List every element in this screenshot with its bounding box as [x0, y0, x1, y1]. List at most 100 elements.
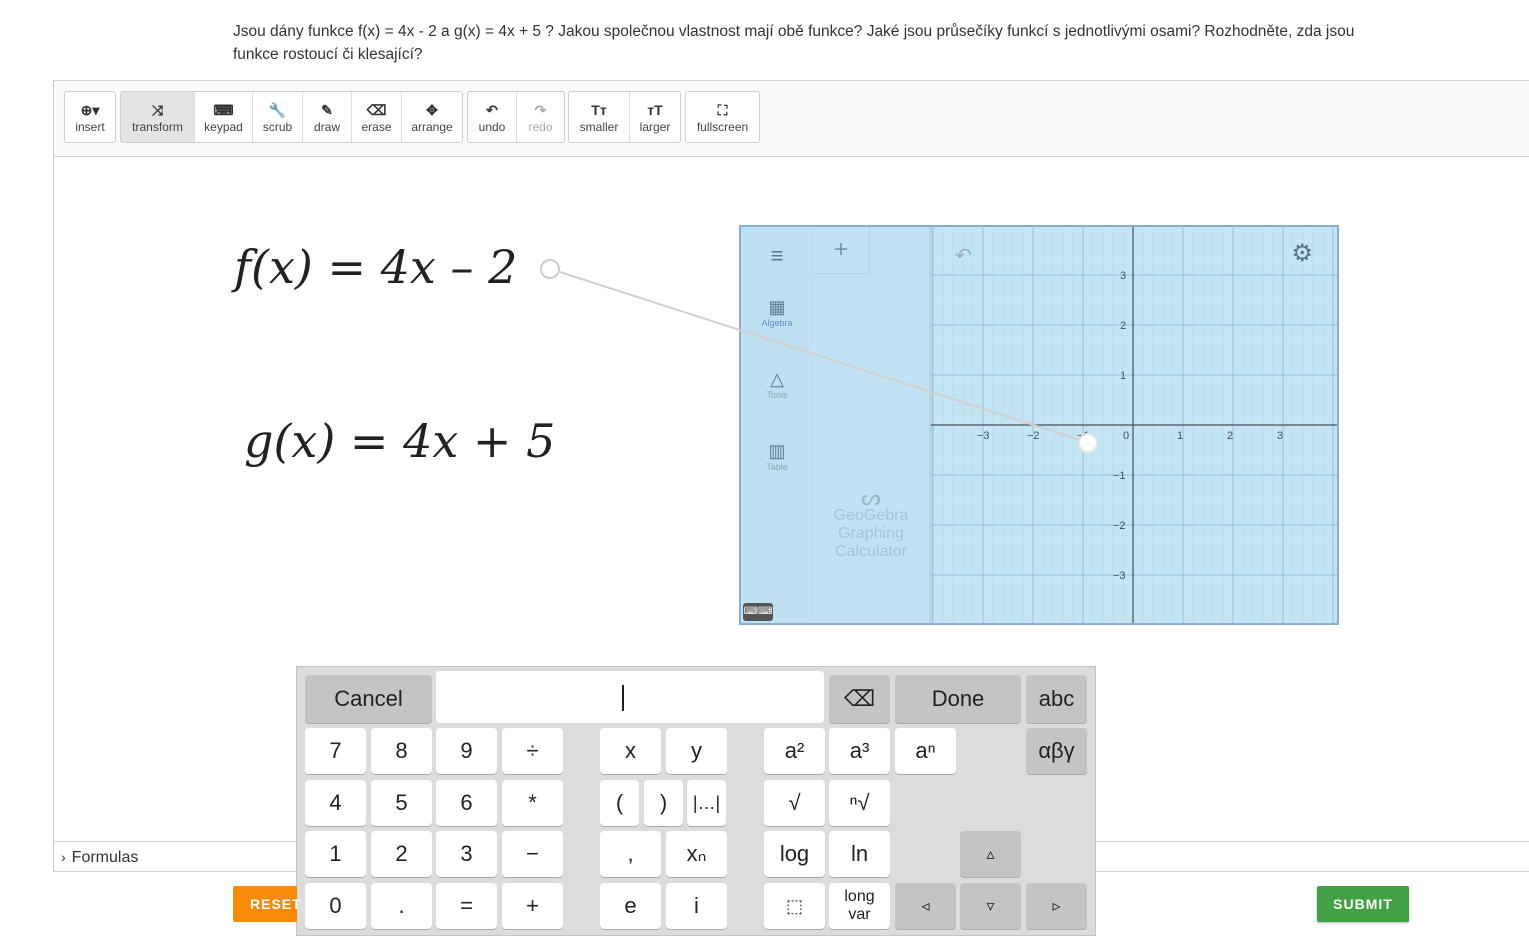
key-0[interactable]: 0: [305, 883, 366, 929]
tools-tab[interactable]: △ Tools: [741, 369, 813, 400]
y-tick-label: −1: [1113, 470, 1126, 482]
key-cube[interactable]: a³: [829, 728, 890, 774]
tools-group: ⤨ transform ⌨ keypad 🔧 scrub ✎ draw ⌫ er…: [120, 91, 463, 143]
formulas-toggle[interactable]: › Formulas: [53, 841, 296, 871]
draw-button[interactable]: ✎ draw: [303, 92, 352, 142]
key-square[interactable]: a²: [764, 728, 825, 774]
key-equals[interactable]: =: [436, 883, 497, 929]
key-divide[interactable]: ÷: [502, 728, 563, 774]
graph-undo-icon[interactable]: ↶: [955, 243, 972, 268]
insert-group: ⊕▾ insert: [64, 91, 116, 143]
submit-button[interactable]: SUBMIT: [1317, 886, 1409, 922]
key-plus[interactable]: +: [502, 883, 563, 929]
y-tick-label: −2: [1113, 520, 1126, 532]
key-long-variable[interactable]: long var: [829, 883, 890, 929]
insert-button[interactable]: ⊕▾ insert: [65, 92, 115, 142]
key-right-paren[interactable]: ): [644, 780, 683, 826]
undo-icon: ↶: [486, 102, 498, 118]
formula-g[interactable]: g(x) = 4x + 5: [244, 414, 555, 468]
key-y[interactable]: y: [666, 728, 727, 774]
key-power[interactable]: aⁿ: [895, 728, 956, 774]
undo-button[interactable]: ↶ undo: [468, 92, 517, 142]
key-sqrt[interactable]: √: [764, 780, 825, 826]
cancel-button[interactable]: Cancel: [305, 675, 432, 723]
scrub-button[interactable]: 🔧 scrub: [253, 92, 303, 142]
key-x[interactable]: x: [600, 728, 661, 774]
keypad-button[interactable]: ⌨ keypad: [195, 92, 253, 142]
key-3[interactable]: 3: [436, 831, 497, 877]
hamburger-icon: ≡: [770, 243, 784, 268]
keyboard-toggle-icon[interactable]: ⌨⌨: [743, 603, 773, 621]
keyboard-icon: ⌨: [213, 102, 234, 118]
formula-f[interactable]: f(x) = 4x – 2: [234, 240, 517, 294]
key-ln[interactable]: ln: [829, 831, 890, 877]
done-button[interactable]: Done: [895, 675, 1021, 723]
erase-button[interactable]: ⌫ erase: [352, 92, 402, 142]
algebra-tab[interactable]: ▦ Algebra: [741, 297, 813, 328]
key-multiply[interactable]: *: [502, 780, 563, 826]
fullscreen-icon: ⛶: [717, 102, 728, 118]
text-larger-icon: тT: [647, 102, 663, 118]
formula-f-handle[interactable]: [540, 259, 560, 279]
x-tick-label: 0: [1123, 430, 1129, 442]
move-icon: ✥: [426, 102, 438, 118]
key-comma[interactable]: ,: [600, 831, 661, 877]
coordinate-grid: −3−2−10123321−1−2−3: [931, 227, 1337, 623]
size-group: Tт smaller тT larger: [568, 91, 681, 143]
wrench-icon: 🔧: [268, 102, 287, 118]
key-left-paren[interactable]: (: [600, 780, 639, 826]
smaller-button[interactable]: Tт smaller: [569, 92, 630, 142]
table-icon: ▥: [768, 441, 786, 461]
toolbar: ⊕▾ insert ⤨ transform ⌨ keypad 🔧 scrub ✎…: [54, 81, 1529, 157]
geogebra-brand: ᔕ GeoGebra Graphing Calculator: [813, 487, 929, 561]
arrow-down-button[interactable]: ▿: [960, 883, 1021, 929]
keypad-input-field[interactable]: [436, 671, 824, 723]
arrow-up-icon: ▵: [986, 846, 995, 863]
key-subscript[interactable]: xₙ: [666, 831, 727, 877]
geogebra-embed[interactable]: ≡ ▦ Algebra △ Tools ▥ Table ⌨⌨ + ᔕ GeoGe…: [739, 225, 1339, 625]
table-tab[interactable]: ▥ Table: [741, 441, 813, 472]
pencil-icon: ✎: [321, 102, 333, 118]
key-nth-root[interactable]: ⁿ√: [829, 780, 890, 826]
key-log[interactable]: log: [764, 831, 825, 877]
key-dot[interactable]: .: [371, 883, 432, 929]
key-8[interactable]: 8: [371, 728, 432, 774]
fullscreen-group: ⛶ fullscreen: [685, 91, 760, 143]
settings-gear-icon[interactable]: ⚙: [1291, 239, 1313, 268]
shapes-icon: △: [770, 369, 784, 389]
menu-button[interactable]: ≡: [741, 243, 813, 269]
connector-end-handle[interactable]: [1078, 433, 1098, 453]
key-4[interactable]: 4: [305, 780, 366, 826]
larger-button[interactable]: тT larger: [630, 92, 680, 142]
key-minus[interactable]: −: [502, 831, 563, 877]
y-tick-label: −3: [1113, 570, 1126, 582]
key-7[interactable]: 7: [305, 728, 366, 774]
key-5[interactable]: 5: [371, 780, 432, 826]
eraser-icon: ⌫: [366, 102, 387, 118]
backspace-button[interactable]: ⌫: [829, 675, 890, 723]
transform-button[interactable]: ⤨ transform: [121, 92, 195, 142]
arrange-button[interactable]: ✥ arrange: [402, 92, 462, 142]
arrow-left-button[interactable]: ◃: [895, 883, 956, 929]
key-6[interactable]: 6: [436, 780, 497, 826]
key-9[interactable]: 9: [436, 728, 497, 774]
greek-button[interactable]: αβγ: [1026, 728, 1087, 774]
x-tick-label: 3: [1277, 430, 1283, 442]
key-absolute[interactable]: |…|: [687, 780, 726, 826]
key-2[interactable]: 2: [371, 831, 432, 877]
key-e[interactable]: e: [600, 883, 661, 929]
redo-button[interactable]: ↷ redo: [517, 92, 564, 142]
key-1[interactable]: 1: [305, 831, 366, 877]
key-i[interactable]: i: [666, 883, 727, 929]
arrow-right-icon: ▹: [1052, 898, 1061, 915]
add-input-button[interactable]: +: [813, 227, 870, 274]
graphics-view[interactable]: −3−2−10123321−1−2−3 ↶ ⚙: [931, 227, 1337, 623]
shuffle-icon: ⤨: [151, 102, 164, 118]
arrow-right-button[interactable]: ▹: [1026, 883, 1087, 929]
abc-button[interactable]: abc: [1026, 675, 1087, 723]
reset-button[interactable]: RESET: [233, 886, 301, 922]
history-group: ↶ undo ↷ redo: [467, 91, 565, 143]
fullscreen-button[interactable]: ⛶ fullscreen: [686, 92, 759, 142]
key-placeholder[interactable]: ⬚: [764, 883, 825, 929]
arrow-up-button[interactable]: ▵: [960, 831, 1021, 877]
